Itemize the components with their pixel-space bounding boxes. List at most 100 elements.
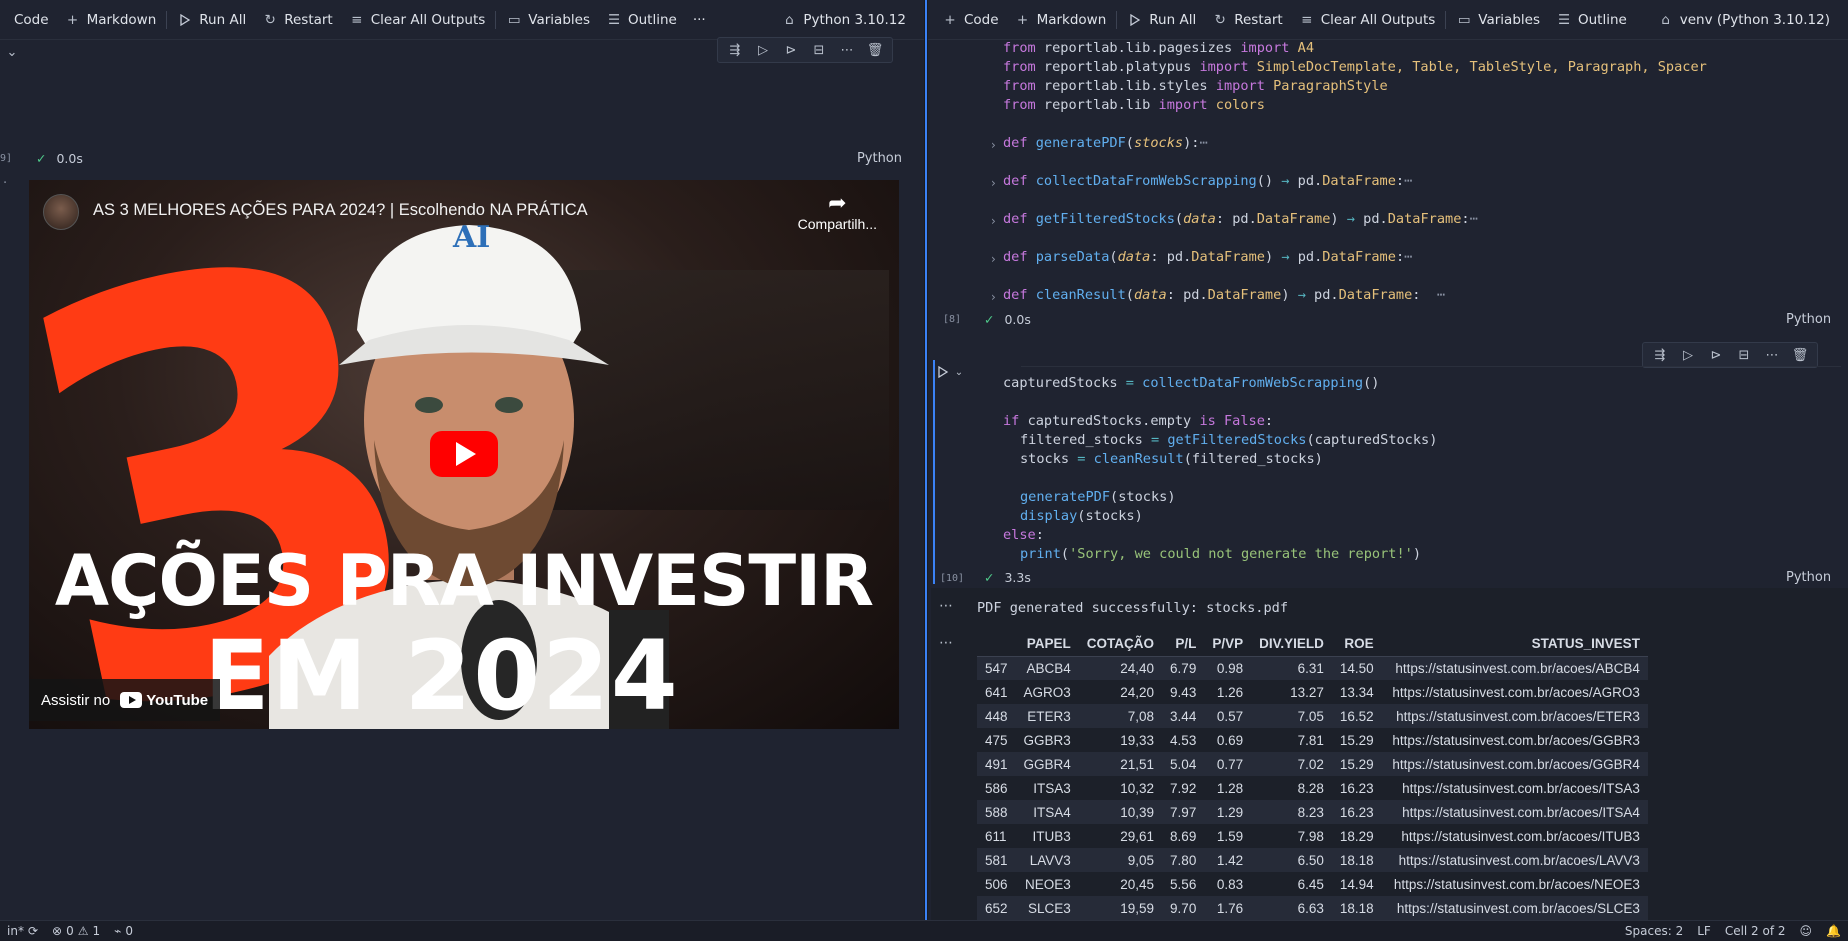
output-actions-icon[interactable]: ⋯ [939,635,954,651]
more-icon[interactable]: ⋯ [834,39,860,61]
table-cell: GGBR4 [1015,752,1079,776]
outline-button[interactable]: ☰ Outline [598,7,685,33]
table-cell: 8.28 [1297,780,1324,796]
cell-position-indicator[interactable]: Cell 2 of 2 [1718,924,1793,938]
code-line-1[interactable]: capturedStocks = collectDataFromWebScrap… [1003,374,1380,393]
table-cell: 0.57 [1204,704,1252,728]
restart-button[interactable]: ↻ Restart [254,7,341,33]
fold-chevron-icon[interactable]: › [991,214,996,228]
variables-button[interactable]: ▭ Variables [498,7,598,33]
more-actions-button[interactable]: ··· [685,7,714,33]
fold-chevron-icon[interactable]: › [991,290,996,304]
import-line[interactable]: from reportlab.lib.pagesizes import A4 [1003,39,1314,58]
fold-chevron-icon[interactable]: › [991,138,996,152]
kernel-picker[interactable]: ⌂ venv (Python 3.10.12) [1650,7,1838,33]
code-line-def-generatepdf[interactable]: def generatePDF(stocks):⋯ [1003,134,1208,153]
add-markdown-button[interactable]: + Markdown [57,7,165,33]
run-options-chevron-icon[interactable]: ⌄ [951,364,967,380]
clear-outputs-button[interactable]: ≡ Clear All Outputs [341,7,494,33]
run-cell-icon[interactable] [935,364,951,380]
delete-icon[interactable]: 🗑 [862,39,888,61]
check-icon: ✓ [36,151,47,166]
add-markdown-button[interactable]: + Markdown [1007,7,1115,33]
table-row: 581 LAVV3 9,05 7.80 1.42 6.50 18.18 https://sta… [977,848,1648,872]
clear-outputs-button[interactable]: ≡ Clear All Outputs [1291,7,1444,33]
variables-button[interactable]: ▭ Variables [1448,7,1548,33]
cell-language[interactable]: Python [1786,570,1831,585]
execute-below-icon[interactable]: ⊳ [1703,344,1729,366]
run-all-button[interactable]: Run All [169,7,254,33]
cell-divider [1021,366,1841,367]
status-left-item[interactable]: in* ⟳ [0,924,45,938]
table-cell: 7.98 [1297,828,1324,844]
code-line-def-parsedata[interactable]: def parseData(data: pd.DataFrame) → pd.D… [1003,248,1412,267]
collapse-chevron-icon[interactable]: ⌄ [4,44,20,60]
code-line-3[interactable]: filtered_stocks = getFilteredStocks(capt… [1020,431,1437,450]
run-by-line-icon[interactable]: ⇶ [1647,344,1673,366]
table-row: 611 ITUB3 29,61 8.69 1.59 7.98 18.29 https://st… [977,824,1648,848]
table-cell: 7.92 [1170,780,1197,796]
code-line-6[interactable]: display(stocks) [1020,507,1143,526]
youtube-logo-icon: YouTube [120,692,208,709]
thumbnail-headline-2: EM 2024 [204,620,680,729]
run-by-line-icon[interactable]: ⇶ [722,39,748,61]
cell-language[interactable]: Python [1786,312,1831,327]
video-title[interactable]: AS 3 MELHORES AÇÕES PARA 2024? | Escolhe… [93,201,588,220]
table-cell: 6.63 [1251,896,1332,920]
code-line-5[interactable]: generatePDF(stocks) [1020,488,1176,507]
run-all-button[interactable]: Run All [1119,7,1204,33]
feedback-icon[interactable]: ☺ [1793,924,1820,938]
channel-avatar[interactable] [43,194,79,230]
share-button[interactable]: ➦ Compartilh... [798,190,877,232]
table-cell: 21,51 [1078,752,1163,776]
watch-on-youtube-button[interactable]: Assistir no YouTube [29,679,221,721]
indentation-indicator[interactable]: Spaces: 2 [1618,924,1690,938]
code-line-7[interactable]: else: [1003,526,1044,545]
code-line-def-collect[interactable]: def collectDataFromWebScrapping() → pd.D… [1003,172,1412,191]
cell-language[interactable]: Python [857,151,902,166]
clear-outputs-label: Clear All Outputs [1320,11,1436,28]
output-actions-icon[interactable]: ⋯ [939,598,954,614]
table-cell: 9,05 [1078,848,1163,872]
youtube-embed[interactable]: 3 AI AS 3 MELHORES AÇÕES PARA 2024? | Es… [29,180,899,729]
table-cell: https://statusinvest.com.br/acoes/GGBR4 [1381,752,1648,776]
clear-outputs-icon: ≡ [1301,11,1313,28]
code-line-def-getfiltered[interactable]: def getFilteredStocks(data: pd.DataFrame… [1003,210,1478,229]
code-line-8[interactable]: print('Sorry, we could not generate the … [1020,545,1421,564]
code-line-2[interactable]: if capturedStocks.empty is False: [1003,412,1273,431]
notifications-icon[interactable]: 🔔 [1819,924,1848,938]
code-line-4[interactable]: stocks = cleanResult(filtered_stocks) [1020,450,1323,469]
more-icon[interactable]: ⋯ [1759,344,1785,366]
execute-above-icon[interactable]: ▷ [1675,344,1701,366]
import-line[interactable]: from reportlab.lib import colors [1003,96,1265,115]
table-cell: 15.29 [1331,752,1382,776]
column-header [977,632,1016,657]
restart-button[interactable]: ↻ Restart [1204,7,1291,33]
split-cell-icon[interactable]: ⊟ [806,39,832,61]
import-line[interactable]: from reportlab.platypus import SimpleDoc… [1003,58,1707,77]
delete-icon[interactable]: 🗑 [1787,344,1813,366]
add-code-label: Code [964,11,999,28]
table-cell: 4.53 [1170,732,1197,748]
split-cell-icon[interactable]: ⊟ [1731,344,1757,366]
play-button-icon[interactable] [430,431,498,477]
eol-indicator[interactable]: LF [1690,924,1718,938]
kernel-picker[interactable]: ⌂ Python 3.10.12 [773,7,914,33]
fold-chevron-icon[interactable]: › [991,176,996,190]
code-line-def-cleanresult[interactable]: def cleanResult(data: pd.DataFrame) → pd… [1003,286,1445,305]
table-cell: 15.29 [1339,732,1374,748]
table-row: 448 ETER3 7,08 3.44 0.57 7.05 16.52 https://sta… [977,704,1648,728]
table-cell: 7,08 [1078,704,1163,728]
table-cell: ITSA4 [1015,800,1079,824]
add-code-button[interactable]: + Code [934,7,1007,33]
problems-indicator[interactable]: ⊗ 0 ⚠ 1 [45,924,107,938]
execute-below-icon[interactable]: ⊳ [778,39,804,61]
ports-indicator[interactable]: ⌁ 0 [107,924,140,938]
fold-chevron-icon[interactable]: › [991,252,996,266]
import-line[interactable]: from reportlab.lib.styles import Paragra… [1003,77,1388,96]
code-cell-button[interactable]: Code [6,7,57,33]
execute-above-icon[interactable]: ▷ [750,39,776,61]
watch-on-label: Assistir no [41,691,111,709]
outline-button[interactable]: ☰ Outline [1548,7,1635,33]
cell-duration: 0.0s [56,151,83,166]
